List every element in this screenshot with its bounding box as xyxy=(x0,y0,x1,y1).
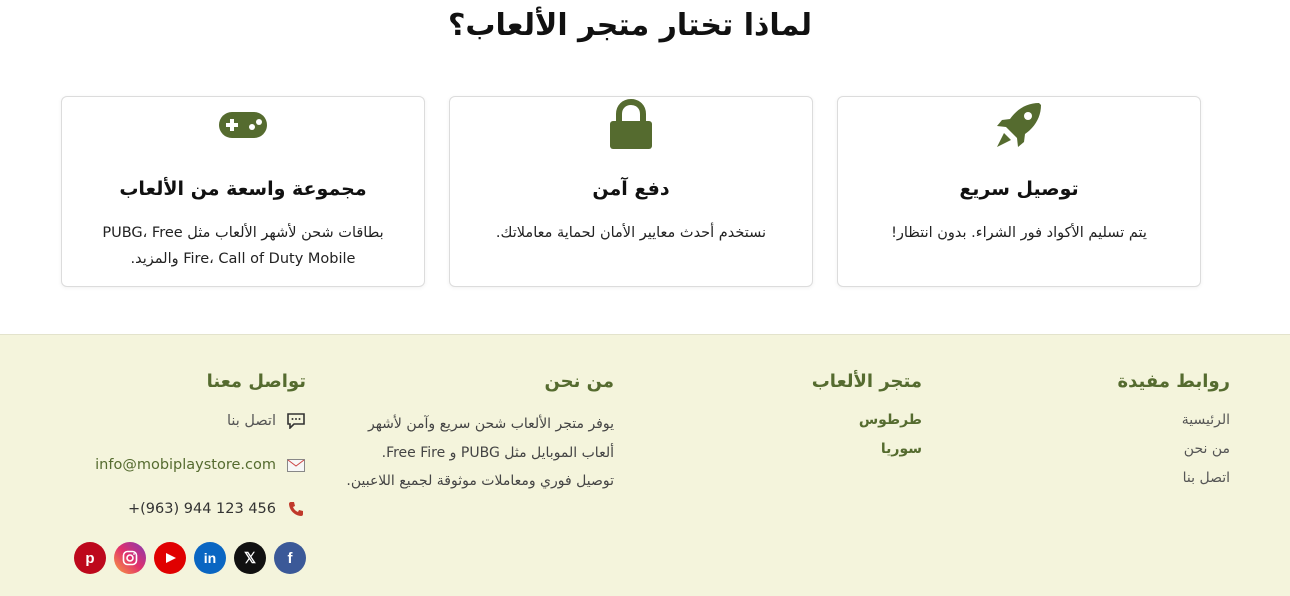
feature-title: مجموعة واسعة من الألعاب xyxy=(119,178,367,200)
youtube-icon[interactable] xyxy=(154,542,186,574)
footer-link-contact[interactable]: اتصل بنا xyxy=(1030,468,1230,488)
feature-card-secure-payment: دفع آمن نستخدم أحدث معايير الأمان لحماية… xyxy=(449,96,813,287)
instagram-icon[interactable] xyxy=(114,542,146,574)
store-country: سوريا xyxy=(880,441,922,457)
footer-heading: متجر الألعاب xyxy=(811,371,922,392)
contact-label: اتصل بنا xyxy=(226,413,276,429)
contact-row-message[interactable]: اتصل بنا xyxy=(66,410,306,432)
feature-card-wide-selection: مجموعة واسعة من الألعاب بطاقات شحن لأشهر… xyxy=(61,96,425,287)
feature-title: توصيل سريع xyxy=(959,178,1079,200)
section-title: لماذا تختار متجر الألعاب؟ xyxy=(447,8,813,43)
lock-icon xyxy=(450,97,812,153)
store-city: طرطوس xyxy=(858,412,922,428)
footer-heading: من نحن xyxy=(544,371,614,392)
social-links: f 𝕏 in p xyxy=(66,542,306,574)
site-footer: روابط مفيدة الرئيسية من نحن اتصل بنا متج… xyxy=(0,334,1290,596)
contact-phone[interactable]: +(963) 944 123 456 xyxy=(128,501,276,517)
feature-description: يتم تسليم الأكواد فور الشراء. بدون انتظا… xyxy=(891,225,1147,241)
linkedin-icon[interactable]: in xyxy=(194,542,226,574)
envelope-icon xyxy=(286,458,306,472)
rocket-icon xyxy=(838,97,1200,153)
contact-email[interactable]: info@mobiplaystore.com xyxy=(95,457,276,473)
gamepad-icon xyxy=(62,97,424,153)
about-text: يوفر متجر الألعاب شحن سريع وآمن لأشهر أل… xyxy=(346,416,614,489)
features-grid: توصيل سريع يتم تسليم الأكواد فور الشراء.… xyxy=(61,96,1201,287)
footer-heading: روابط مفيدة xyxy=(1117,371,1231,392)
footer-useful-links: روابط مفيدة الرئيسية من نحن اتصل بنا xyxy=(1030,371,1231,497)
feature-description: نستخدم أحدث معايير الأمان لحماية معاملات… xyxy=(495,225,767,241)
facebook-icon[interactable]: f xyxy=(274,542,306,574)
phone-icon xyxy=(286,501,306,517)
footer-link-about[interactable]: من نحن xyxy=(1030,439,1230,459)
footer-contact: تواصل معنا اتصل بنا info@mobiplaystore.c… xyxy=(66,371,306,574)
footer-about: من نحن يوفر متجر الألعاب شحن سريع وآمن ل… xyxy=(344,371,614,496)
contact-row-phone[interactable]: +(963) 944 123 456 xyxy=(66,498,306,520)
chat-icon xyxy=(286,413,306,429)
feature-description: بطاقات شحن لأشهر الألعاب مثل PUBG، Free … xyxy=(102,225,384,267)
feature-title: دفع آمن xyxy=(592,178,670,200)
footer-link-home[interactable]: الرئيسية xyxy=(1030,410,1230,430)
footer-heading: تواصل معنا xyxy=(206,371,306,392)
contact-row-email[interactable]: info@mobiplaystore.com xyxy=(66,454,306,476)
footer-store-info: متجر الألعاب طرطوس سوريا xyxy=(722,371,922,468)
feature-card-fast-delivery: توصيل سريع يتم تسليم الأكواد فور الشراء.… xyxy=(837,96,1201,287)
pinterest-icon[interactable]: p xyxy=(74,542,106,574)
x-icon[interactable]: 𝕏 xyxy=(234,542,266,574)
